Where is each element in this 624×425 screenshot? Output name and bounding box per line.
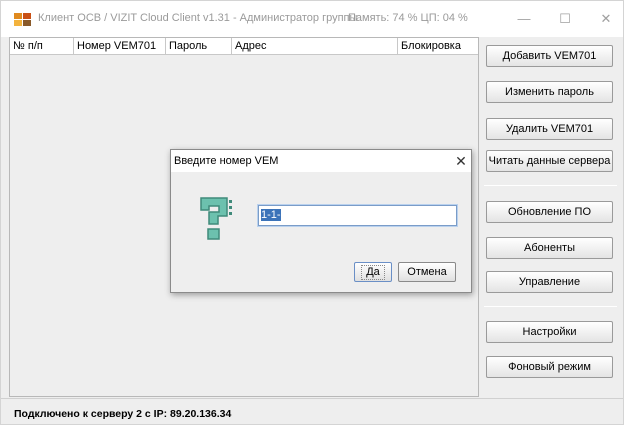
vem-number-input[interactable]: 1-1- (257, 204, 458, 227)
yes-button[interactable]: Да (354, 262, 392, 282)
dialog-title: Введите номер VEM (174, 155, 279, 167)
enter-vem-dialog: Введите номер VEM ✕ 1-1- Да Отмена (170, 149, 472, 293)
table-header: № п/п Номер VEM701 Пароль Адрес Блокиров… (10, 38, 478, 55)
column-header-number[interactable]: № п/п (10, 38, 74, 55)
window-title: Клиент ОСВ / VIZIT Cloud Client v1.31 - … (38, 12, 358, 24)
minimize-icon[interactable]: — (510, 9, 538, 29)
title-bar: Клиент ОСВ / VIZIT Cloud Client v1.31 - … (1, 1, 623, 37)
column-header-lock[interactable]: Блокировка (398, 38, 478, 55)
column-header-address[interactable]: Адрес (232, 38, 398, 55)
cancel-button[interactable]: Отмена (398, 262, 456, 282)
app-icon (14, 13, 31, 26)
column-header-vem[interactable]: Номер VEM701 (74, 38, 166, 55)
status-bar: Подключено к серверу 2 с IP: 89.20.136.3… (1, 398, 623, 424)
subscribers-button[interactable]: Абоненты (486, 237, 613, 259)
change-password-button[interactable]: Изменить пароль (486, 81, 613, 103)
read-server-data-button[interactable]: Читать данные сервера (486, 150, 613, 172)
main-window: Клиент ОСВ / VIZIT Cloud Client v1.31 - … (0, 0, 624, 425)
control-button[interactable]: Управление (486, 271, 613, 293)
sidebar-divider (484, 306, 617, 307)
add-vem-button[interactable]: Добавить VEM701 (486, 45, 613, 67)
yes-button-label: Да (361, 265, 385, 280)
connection-status: Подключено к серверу 2 с IP: 89.20.136.3… (14, 408, 232, 420)
question-icon (200, 197, 232, 240)
input-selected-text: 1-1- (261, 209, 281, 221)
dialog-close-icon[interactable]: ✕ (453, 153, 469, 169)
maximize-icon[interactable]: ☐ (551, 9, 579, 29)
column-header-password[interactable]: Пароль (166, 38, 232, 55)
close-icon[interactable]: ✕ (592, 9, 620, 29)
software-update-button[interactable]: Обновление ПО (486, 201, 613, 223)
memory-cpu-status: Память: 74 % ЦП: 04 % (348, 12, 468, 24)
settings-button[interactable]: Настройки (486, 321, 613, 343)
delete-vem-button[interactable]: Удалить VEM701 (486, 118, 613, 140)
background-mode-button[interactable]: Фоновый режим (486, 356, 613, 378)
dialog-title-bar: Введите номер VEM ✕ (171, 150, 471, 172)
sidebar-divider (484, 185, 617, 186)
